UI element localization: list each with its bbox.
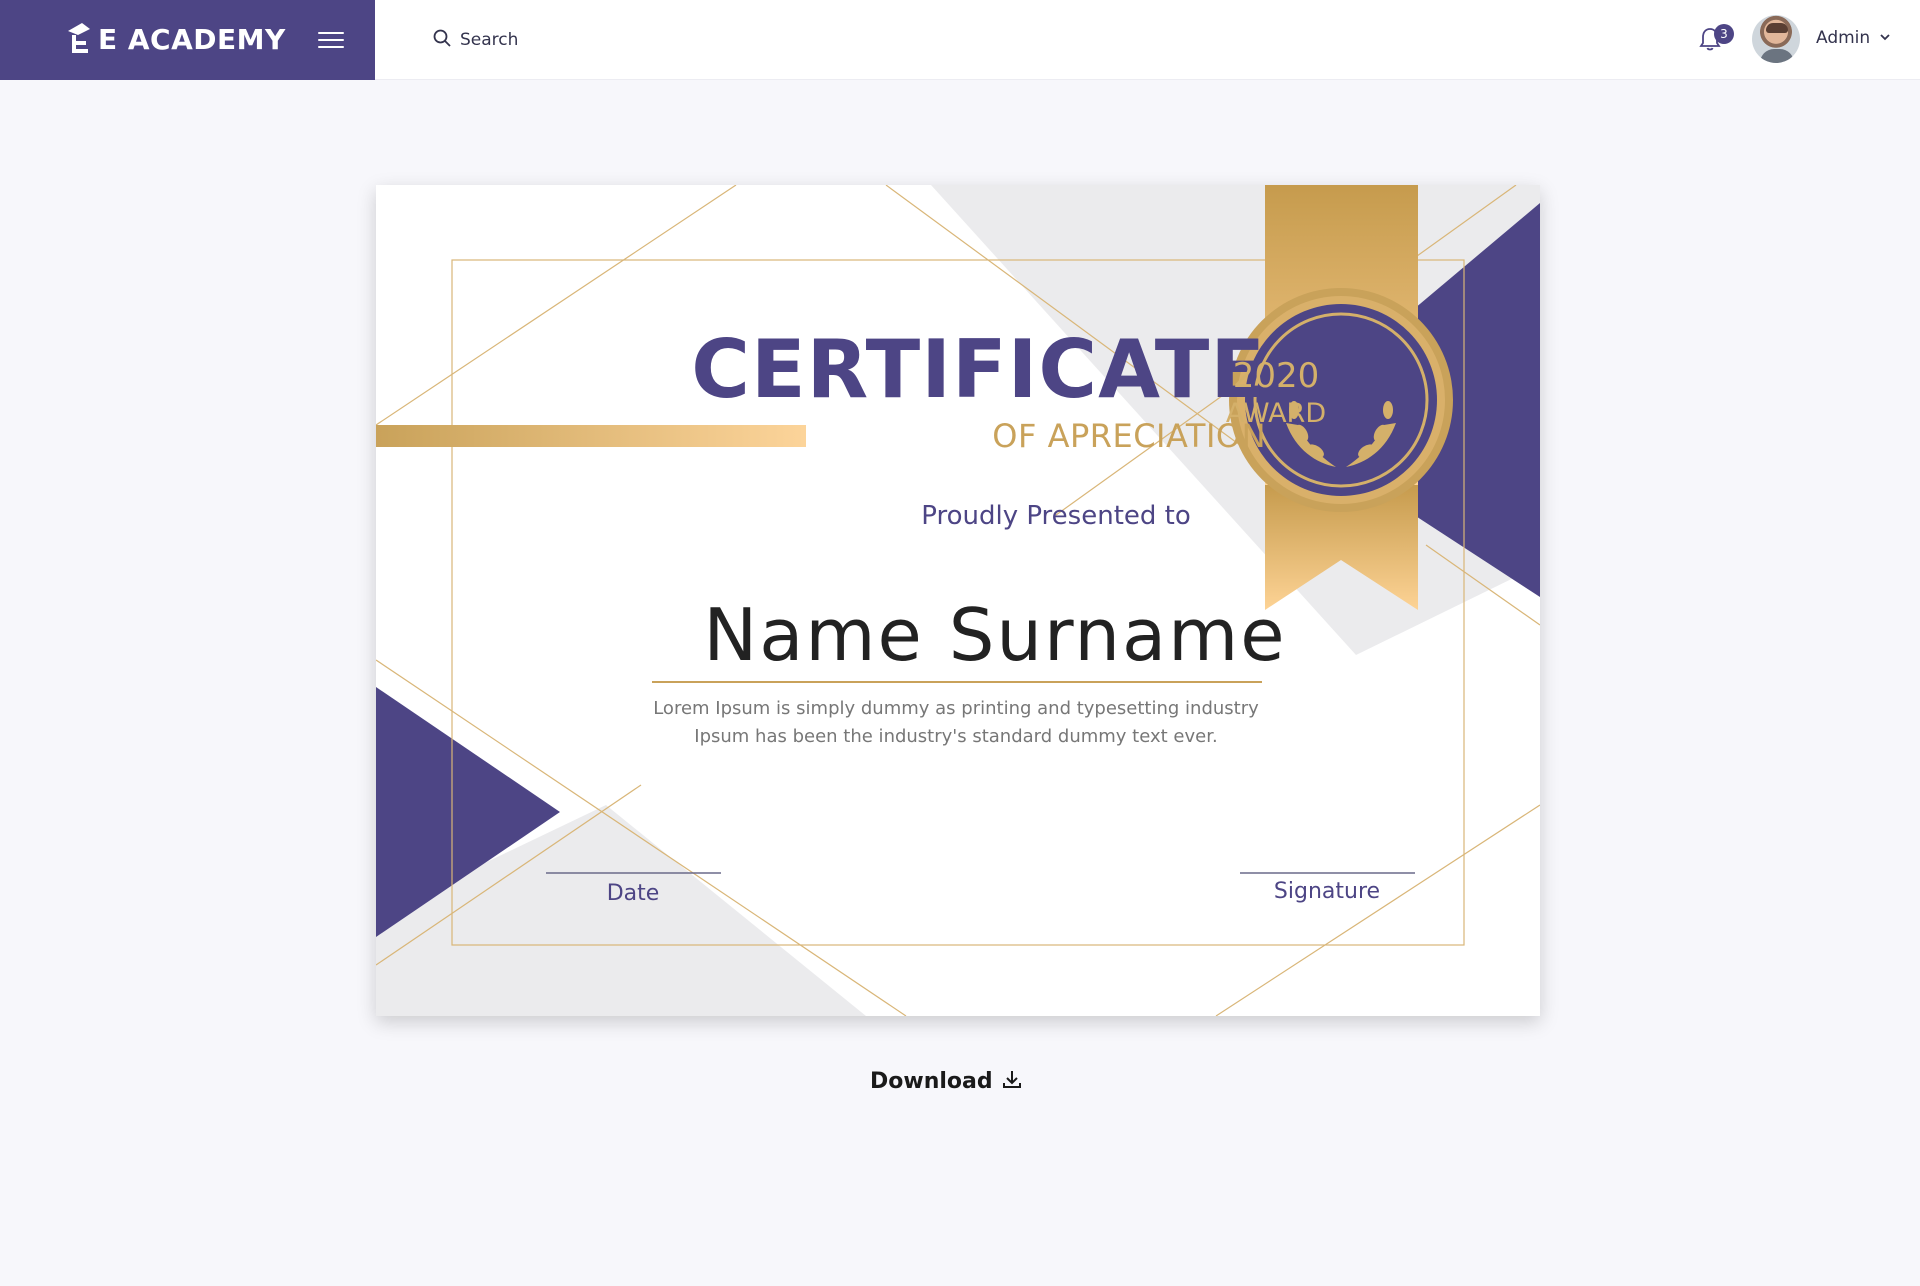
user-name: Admin [1816, 28, 1871, 48]
search-icon [432, 28, 452, 52]
brand-panel: E ACADEMY [0, 0, 375, 80]
menu-toggle-button[interactable] [318, 28, 344, 52]
logo-icon [64, 21, 94, 59]
date-label: Date [606, 881, 660, 906]
description-line-2: Ipsum has been the industry's standard d… [694, 726, 1218, 747]
top-bar: E ACADEMY Search 3 Admin [0, 0, 1920, 80]
notifications-button[interactable]: 3 [1698, 24, 1734, 56]
seal-award: AWARD [1225, 398, 1327, 429]
name-underline [652, 681, 1262, 683]
brand-name: E ACADEMY [98, 23, 286, 56]
certificate-subtitle: OF APRECIATION [992, 417, 1266, 455]
certificate-card: CERTIFICATE OF APRECIATION 2020 AWARD Pr… [376, 185, 1540, 1016]
download-label: Download [870, 1068, 993, 1094]
certificate-description: Lorem Ipsum is simply dummy as printing … [626, 695, 1286, 751]
download-icon [993, 1068, 1023, 1094]
chevron-down-icon [1870, 29, 1892, 48]
menu-icon [318, 32, 344, 34]
presented-to-label: Proudly Presented to [921, 501, 1191, 531]
signature-label: Signature [1273, 879, 1381, 904]
search-input[interactable]: Search [432, 26, 518, 54]
seal-year: 2020 [1232, 356, 1320, 396]
certificate-title: CERTIFICATE [691, 323, 1266, 416]
brand-logo[interactable]: E ACADEMY [64, 18, 286, 62]
notification-count-badge: 3 [1714, 24, 1734, 44]
description-line-1: Lorem Ipsum is simply dummy as printing … [653, 698, 1259, 719]
recipient-name: Name Surname [703, 593, 1287, 677]
download-button[interactable]: Download [870, 1068, 1023, 1094]
avatar[interactable] [1752, 15, 1800, 63]
user-menu[interactable]: Admin [1816, 28, 1892, 48]
search-placeholder: Search [460, 30, 519, 50]
award-seal: 2020 AWARD [1216, 357, 1336, 433]
